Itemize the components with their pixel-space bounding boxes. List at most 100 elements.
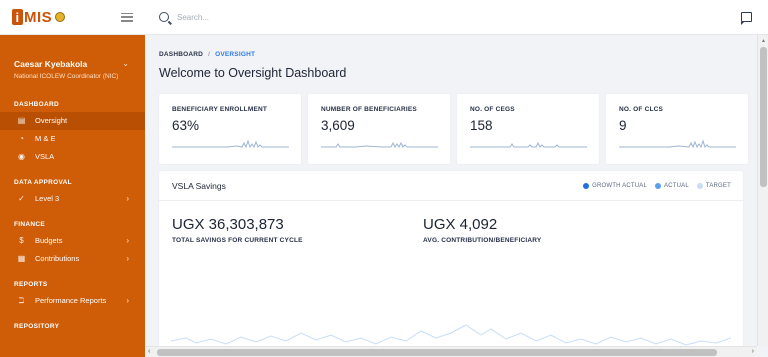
- total-savings-value: UGX 36,303,873: [172, 216, 284, 233]
- vsla-savings-chart: [171, 324, 731, 346]
- vsla-savings-header: VSLA Savings GROWTH ACTUAL ACTUAL TARGET: [159, 171, 743, 201]
- hamburger-menu-icon[interactable]: [121, 12, 133, 22]
- sidebar-item-label: Performance Reports: [35, 296, 107, 306]
- sparkline-line: [470, 141, 587, 148]
- stat-cards: BENEFICIARY ENROLLMENT 63% NUMBER OF BEN…: [159, 94, 748, 164]
- sparkline: [470, 141, 587, 148]
- coins-icon: ◉: [18, 152, 25, 162]
- legend-label: ACTUAL: [664, 182, 689, 189]
- sidebar-item-level-3[interactable]: ✓ Level 3 ›: [0, 190, 145, 208]
- avg-contribution-label: AVG. CONTRIBUTION/BENEFICIARY: [423, 237, 542, 244]
- pie-chart-icon: ◔: [19, 134, 24, 144]
- sparkline: [172, 139, 289, 149]
- scroll-up-icon[interactable]: ▲: [761, 38, 766, 44]
- dollar-icon: $: [19, 236, 24, 246]
- card-label: NO. OF CLCS: [619, 106, 664, 113]
- chevron-down-icon[interactable]: ⌄: [122, 59, 129, 68]
- logo-i: i: [12, 9, 23, 25]
- logo-bar: i MIS: [0, 0, 145, 35]
- card-number-of-beneficiaries: NUMBER OF BENEFICIARIES 3,609: [308, 94, 450, 164]
- total-savings-label: TOTAL SAVINGS FOR CURRENT CYCLE: [172, 237, 303, 244]
- chevron-right-icon: ›: [126, 236, 129, 246]
- sidebar-item-budgets[interactable]: $ Budgets ›: [0, 232, 145, 250]
- chevron-right-icon: ›: [126, 254, 129, 264]
- card-no-of-clcs: NO. OF CLCS 9: [606, 94, 748, 164]
- legend-actual[interactable]: ACTUAL: [655, 182, 689, 189]
- sidebar-item-oversight[interactable]: ▤ Oversight: [0, 111, 145, 130]
- bar-chart-icon: ℶ: [18, 296, 25, 306]
- horizontal-scrollbar[interactable]: ‹ ›: [145, 346, 757, 357]
- sparkline: [619, 139, 736, 149]
- sidebar-item-performance-reports[interactable]: ℶ Performance Reports ›: [0, 292, 145, 310]
- user-name: Caesar Kyebakola: [14, 59, 88, 69]
- card-value: 158: [470, 118, 493, 133]
- section-data-approval: DATA APPROVAL: [14, 178, 72, 186]
- top-bar: [145, 0, 768, 35]
- sparkline-line: [172, 139, 289, 149]
- sidebar-item-m-and-e[interactable]: ◔ M & E: [0, 130, 145, 148]
- legend-dot: [655, 182, 662, 189]
- savings-trend-line: [171, 324, 731, 346]
- breadcrumb-root[interactable]: DASHBOARD: [159, 51, 203, 58]
- legend-target[interactable]: TARGET: [696, 182, 731, 189]
- main-content: DASHBOARD / OVERSIGHT Welcome to Oversight…: [145, 35, 757, 346]
- search-input[interactable]: [177, 12, 477, 22]
- card-value: 3,609: [321, 118, 355, 133]
- vsla-savings-panel: VSLA Savings GROWTH ACTUAL ACTUAL TARGET…: [159, 171, 743, 346]
- total-savings-stat: UGX 36,303,873 TOTAL SAVINGS FOR CURRENT…: [172, 216, 303, 244]
- avg-contribution-value: UGX 4,092: [423, 216, 498, 233]
- sidebar-item-label: Oversight: [35, 116, 68, 126]
- card-label: BENEFICIARY ENROLLMENT: [172, 106, 268, 113]
- card-beneficiary-enrollment: BENEFICIARY ENROLLMENT 63%: [159, 94, 301, 164]
- sparkline-line: [321, 141, 438, 148]
- section-dashboard: DASHBOARD: [14, 100, 59, 108]
- breadcrumb-current: OVERSIGHT: [215, 51, 256, 58]
- section-repository: REPOSITORY: [14, 322, 60, 330]
- horizontal-scroll-thumb[interactable]: [157, 349, 717, 356]
- sidebar: i MIS Caesar Kyebakola National ICOLEW Co…: [0, 0, 145, 357]
- scroll-right-icon[interactable]: ›: [752, 348, 754, 355]
- sidebar-item-label: M & E: [35, 134, 56, 144]
- legend-label: TARGET: [705, 182, 731, 189]
- card-no-of-cegs: NO. OF CEGS 158: [457, 94, 599, 164]
- breadcrumb-separator: /: [208, 51, 211, 58]
- breadcrumb: DASHBOARD / OVERSIGHT: [159, 51, 743, 58]
- sidebar-item-contributions[interactable]: ▦ Contributions ›: [0, 250, 145, 268]
- chevron-right-icon: ›: [126, 194, 129, 204]
- section-reports: REPORTS: [14, 280, 48, 288]
- legend-label: GROWTH ACTUAL: [592, 182, 648, 189]
- legend-dot: [583, 182, 590, 189]
- card-label: NUMBER OF BENEFICIARIES: [321, 106, 417, 113]
- card-value: 63%: [172, 118, 200, 133]
- search-icon: [159, 12, 169, 22]
- app-logo[interactable]: i MIS: [12, 8, 66, 26]
- vsla-savings-title: VSLA Savings: [172, 180, 226, 191]
- calendar-icon: ▤: [17, 116, 26, 126]
- sidebar-item-label: Level 3: [35, 194, 60, 204]
- chat-icon[interactable]: [740, 12, 752, 25]
- vertical-scroll-thumb[interactable]: [760, 47, 767, 187]
- sparkline-line: [619, 139, 736, 149]
- avg-contribution-stat: UGX 4,092 AVG. CONTRIBUTION/BENEFICIARY: [423, 216, 541, 244]
- section-finance: FINANCE: [14, 220, 45, 228]
- card-value: 9: [619, 118, 627, 133]
- sidebar-item-label: Contributions: [35, 254, 80, 264]
- grid-icon: ▦: [17, 254, 26, 264]
- chart-legend: GROWTH ACTUAL ACTUAL TARGET: [583, 182, 731, 189]
- logo-text: MIS: [24, 8, 53, 26]
- sidebar-item-label: Budgets: [35, 236, 63, 246]
- chevron-right-icon: ›: [126, 296, 129, 306]
- page-title: Welcome to Oversight Dashboard: [159, 66, 347, 80]
- legend-dot: [696, 182, 703, 189]
- emblem-icon: [55, 12, 66, 22]
- scroll-left-icon[interactable]: ‹: [148, 348, 150, 355]
- user-role: National ICOLEW Coordinator (NIC): [14, 73, 119, 80]
- sidebar-item-vsla[interactable]: ◉ VSLA: [0, 148, 145, 166]
- card-label: NO. OF CEGS: [470, 106, 515, 113]
- check-icon: ✓: [18, 194, 25, 204]
- legend-growth-actual[interactable]: GROWTH ACTUAL: [583, 182, 648, 189]
- vertical-scrollbar[interactable]: ▲: [757, 35, 768, 346]
- sidebar-item-label: VSLA: [35, 152, 55, 162]
- sparkline: [321, 141, 438, 148]
- user-profile[interactable]: Caesar Kyebakola National ICOLEW Coordin…: [0, 35, 145, 92]
